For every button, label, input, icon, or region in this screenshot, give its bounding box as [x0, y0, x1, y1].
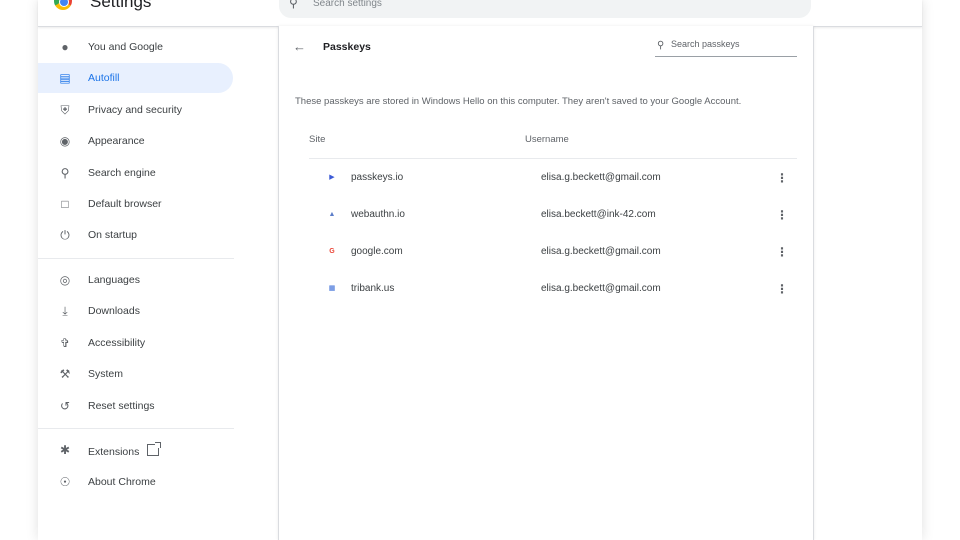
sidebar-divider: [38, 428, 234, 429]
sidebar-item-label: You and Google: [88, 41, 163, 53]
sidebar-item-label: Accessibility: [88, 337, 146, 349]
globe-icon: ◎: [59, 273, 71, 287]
top-bar: Settings ⚲: [38, 0, 922, 27]
back-arrow-icon[interactable]: ←: [293, 39, 306, 54]
sidebar-item-extensions[interactable]: ✱ Extensions: [38, 435, 233, 465]
search-settings-input[interactable]: [313, 0, 713, 12]
sidebar-item-label: Reset settings: [88, 400, 155, 412]
search-settings-box[interactable]: ⚲: [279, 0, 811, 18]
more-actions-icon[interactable]: ⋮: [775, 280, 789, 298]
sidebar-item-label: About Chrome: [88, 476, 156, 488]
sidebar-item-appearance[interactable]: ◉ Appearance: [38, 126, 233, 156]
sidebar-item-languages[interactable]: ◎ Languages: [38, 265, 233, 295]
sidebar-item-privacy-and-security[interactable]: ⛨ Privacy and security: [38, 95, 233, 125]
google-favicon-icon: G: [329, 248, 335, 255]
passkeys-table: Site Username ▶ passkeys.io elisa.g.beck…: [309, 126, 797, 307]
sidebar-item-label: Appearance: [88, 135, 145, 147]
site-favicon-icon: ▲: [328, 211, 336, 218]
sidebar-item-label: Search engine: [88, 167, 156, 179]
clipboard-icon: ▤: [59, 71, 71, 85]
sidebar-item-downloads[interactable]: ⤓ Downloads: [38, 296, 233, 326]
sidebar-item-label: Default browser: [88, 198, 162, 210]
browser-icon: □: [61, 197, 69, 211]
history-icon: ↺: [59, 399, 71, 413]
table-row: ▦ tribank.us elisa.g.beckett@gmail.com ⋮: [309, 270, 797, 307]
search-icon: ⚲: [60, 166, 70, 180]
sidebar-item-label: Privacy and security: [88, 104, 182, 116]
chrome-icon: ☉: [59, 475, 71, 489]
search-icon: ⚲: [289, 0, 298, 10]
sidebar-item-label: Languages: [88, 274, 140, 286]
palette-icon: ◉: [59, 134, 71, 148]
sidebar-item-on-startup[interactable]: ⏻ On startup: [38, 220, 233, 250]
person-icon: ●: [61, 40, 69, 54]
more-actions-icon[interactable]: ⋮: [775, 206, 789, 224]
sidebar-item-reset-settings[interactable]: ↺ Reset settings: [38, 391, 233, 421]
passkeys-description: These passkeys are stored in Windows Hel…: [295, 96, 742, 107]
extensions-label: Extensions: [88, 446, 140, 458]
chrome-logo-icon: [54, 0, 72, 10]
accessibility-icon: ✞: [59, 336, 71, 350]
site-favicon-icon: ▶: [329, 174, 335, 181]
column-header-username: Username: [525, 134, 569, 145]
sidebar-item-default-browser[interactable]: □ Default browser: [38, 189, 233, 219]
sidebar-item-label: System: [88, 368, 124, 380]
site-name: google.com: [351, 246, 403, 257]
page-title: Passkeys: [323, 41, 371, 53]
sidebar: ● You and Google ▤ Autofill ⛨ Privacy an…: [38, 30, 276, 540]
more-actions-icon[interactable]: ⋮: [775, 243, 789, 261]
site-name: passkeys.io: [351, 172, 404, 183]
sidebar-item-accessibility[interactable]: ✞ Accessibility: [38, 328, 233, 358]
more-actions-icon[interactable]: ⋮: [775, 169, 789, 187]
sidebar-item-search-engine[interactable]: ⚲ Search engine: [38, 158, 233, 188]
table-row: ▶ passkeys.io elisa.g.beckett@gmail.com …: [309, 159, 797, 196]
open-in-new-icon: [147, 442, 162, 456]
sidebar-item-autofill[interactable]: ▤ Autofill: [38, 63, 233, 93]
wrench-icon: ⚒: [59, 367, 71, 381]
column-header-site: Site: [309, 134, 326, 145]
app-title: Settings: [90, 0, 152, 11]
shield-icon: ⛨: [60, 103, 70, 117]
site-name: tribank.us: [351, 283, 395, 294]
sidebar-item-label: Downloads: [88, 305, 140, 317]
table-row: G google.com elisa.g.beckett@gmail.com ⋮: [309, 233, 797, 270]
username: elisa.g.beckett@gmail.com: [541, 172, 661, 183]
sidebar-item-label: Extensions: [88, 442, 162, 458]
download-icon: ⤓: [62, 304, 68, 318]
search-icon: ⚲: [657, 40, 665, 51]
search-passkeys-input[interactable]: [671, 39, 795, 49]
site-name: webauthn.io: [351, 209, 405, 220]
sidebar-item-system[interactable]: ⚒ System: [38, 359, 233, 389]
sidebar-item-about-chrome[interactable]: ☉ About Chrome: [38, 467, 233, 497]
sidebar-item-label: Autofill: [88, 72, 120, 84]
settings-window: Settings ⚲ ● You and Google ▤ Autofill ⛨…: [38, 0, 922, 540]
table-row: ▲ webauthn.io elisa.beckett@ink-42.com ⋮: [309, 196, 797, 233]
sidebar-item-you-and-google[interactable]: ● You and Google: [38, 32, 233, 62]
search-passkeys-box[interactable]: ⚲: [655, 36, 797, 57]
sidebar-item-label: On startup: [88, 229, 138, 241]
username: elisa.g.beckett@gmail.com: [541, 283, 661, 294]
username: elisa.beckett@ink-42.com: [541, 209, 656, 220]
puzzle-icon: ✱: [59, 443, 71, 457]
table-header: Site Username: [309, 126, 797, 159]
passkeys-card: ← Passkeys ⚲ These passkeys are stored i…: [278, 26, 814, 540]
power-icon: ⏻: [60, 228, 70, 242]
site-favicon-icon: ▦: [328, 285, 336, 292]
username: elisa.g.beckett@gmail.com: [541, 246, 661, 257]
sidebar-divider: [38, 258, 234, 259]
